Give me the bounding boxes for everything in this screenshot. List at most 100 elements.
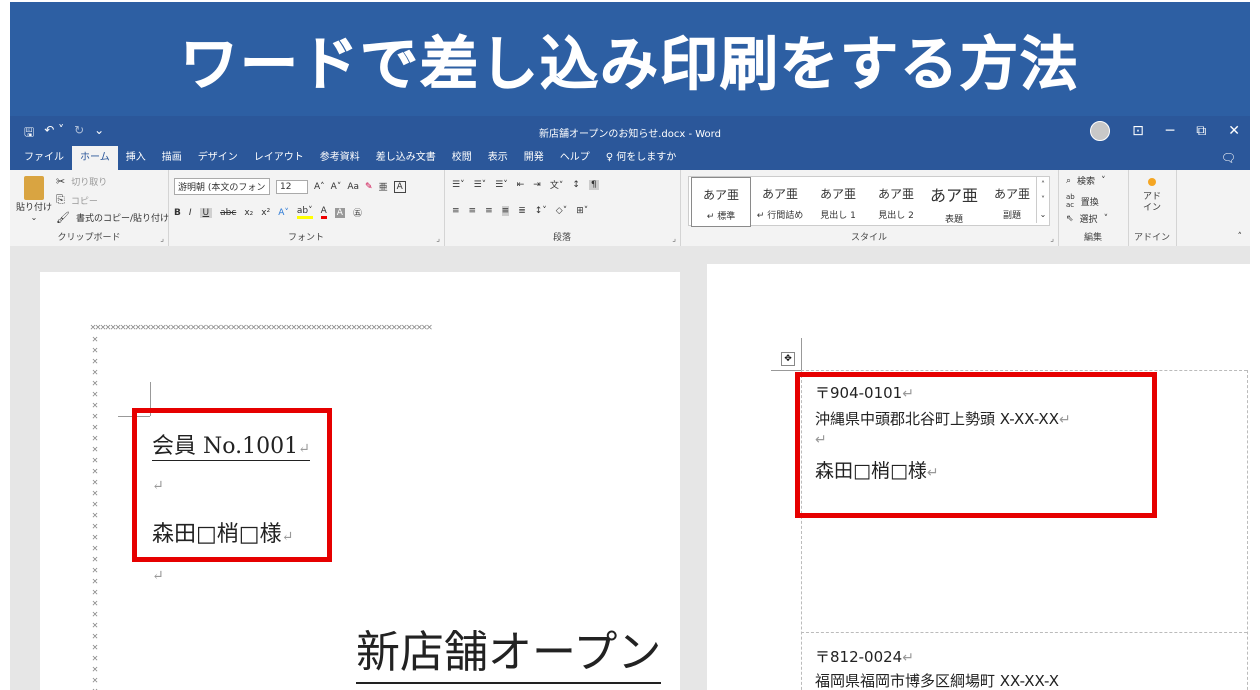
borders-icon[interactable]: ⊞˅ (576, 206, 588, 216)
style-heading1[interactable]: あア亜 見出し 1 (809, 177, 867, 225)
document-heading: 新店舗オープン (356, 616, 662, 684)
decrease-indent-icon[interactable]: ⇤ (517, 180, 525, 190)
replace-button[interactable]: ab ac 置換 (1066, 193, 1099, 209)
bold-button[interactable]: B (174, 208, 181, 218)
document-workspace: ✕✕✕✕✕✕✕✕✕✕✕✕✕✕✕✕✕✕✕✕✕✕✕✕✕✕✕✕✕✕✕✕✕✕✕✕✕✕✕✕… (10, 246, 1250, 690)
bullets-icon[interactable]: ☰˅ (452, 180, 465, 190)
account-avatar-icon[interactable] (1090, 121, 1111, 141)
ribbon-display-options-icon[interactable]: ⊡ (1132, 123, 1144, 139)
close-button[interactable]: ✕ (1228, 123, 1240, 139)
clipboard-launcher-icon[interactable]: ⌟ (160, 234, 164, 243)
tab-insert[interactable]: 挿入 (118, 146, 154, 170)
strikethrough-button[interactable]: abc (220, 208, 236, 218)
select-button[interactable]: ⇖ 選択 ˅ (1066, 212, 1108, 226)
format-painter-button[interactable]: 🖌 書式のコピー/貼り付け (56, 211, 169, 224)
tab-view[interactable]: 表示 (480, 146, 516, 170)
font-size-select[interactable]: 12 (276, 179, 308, 194)
underline-button[interactable]: U (199, 207, 213, 218)
restore-button[interactable]: ⧉ (1196, 123, 1206, 139)
font-color-button[interactable]: A (320, 206, 327, 219)
paste-button[interactable]: 貼り付け ⌄ (16, 176, 52, 222)
tab-mailings[interactable]: 差し込み文書 (368, 146, 444, 170)
tab-draw[interactable]: 描画 (154, 146, 190, 170)
collapse-ribbon-icon[interactable]: ˄ (1238, 232, 1243, 242)
align-left-icon[interactable]: ≡ (452, 206, 460, 216)
left-document-page: ✕✕✕✕✕✕✕✕✕✕✕✕✕✕✕✕✕✕✕✕✕✕✕✕✕✕✕✕✕✕✕✕✕✕✕✕✕✕✕✕… (40, 272, 680, 690)
font-launcher-icon[interactable]: ⌟ (436, 234, 440, 243)
shrink-font-button[interactable]: A˅ (331, 182, 342, 192)
gallery-scroll[interactable]: ˄ ˅ ⌄ (1036, 177, 1049, 223)
minimize-button[interactable]: ─ (1166, 123, 1174, 139)
asian-layout-icon[interactable]: 文˅ (550, 178, 564, 191)
highlight-icon[interactable]: ab˅ (296, 206, 313, 219)
label-grid-row (801, 632, 1247, 633)
addins-button[interactable]: アド イン (1128, 178, 1176, 214)
page-border-top: ✕✕✕✕✕✕✕✕✕✕✕✕✕✕✕✕✕✕✕✕✕✕✕✕✕✕✕✕✕✕✕✕✕✕✕✕✕✕✕✕… (90, 322, 432, 333)
align-right-icon[interactable]: ≡ (485, 206, 493, 216)
label2-address[interactable]: 福岡県福岡市博多区綱場町 XX-XX-X (815, 670, 1059, 690)
style-sample: あア亜 (761, 187, 798, 201)
char-border-button[interactable]: A (393, 180, 406, 193)
table-move-handle-icon[interactable]: ✥ (781, 352, 795, 366)
tab-home[interactable]: ホーム (72, 146, 118, 170)
subscript-button[interactable]: x₂ (244, 208, 253, 218)
paintbrush-icon: 🖌 (56, 211, 70, 224)
numbering-icon[interactable]: ☰˅ (474, 180, 487, 190)
tab-developer[interactable]: 開発 (516, 146, 552, 170)
font-name-select[interactable]: 游明朝 (本文のフォン (174, 178, 270, 195)
char-shading-icon[interactable]: A (334, 207, 345, 218)
distributed-icon[interactable]: ≣ (518, 206, 526, 216)
search-icon: ⌕ (1066, 175, 1072, 186)
paste-label: 貼り付け (16, 203, 53, 213)
line-spacing-icon[interactable]: ↕˅ (535, 206, 547, 216)
style-normal[interactable]: あア亜 ↵ 標準 (691, 177, 751, 227)
address: 福岡県福岡市博多区綱場町 XX-XX-X (815, 672, 1059, 690)
font-group: 游明朝 (本文のフォン 12 A˄ A˅ Aa ✎ 亜 A B I U abc … (168, 170, 445, 246)
tab-file[interactable]: ファイル (16, 146, 72, 170)
sort-icon[interactable]: ↕ (572, 180, 580, 190)
comments-icon[interactable]: 🗨 (1221, 151, 1236, 165)
multilevel-list-icon[interactable]: ☰˅ (495, 180, 508, 190)
cut-button[interactable]: ✂ 切り取り (56, 175, 107, 188)
tab-layout[interactable]: レイアウト (246, 146, 312, 170)
style-sample: あア亜 (993, 187, 1030, 201)
replace-icon: ab ac (1066, 193, 1075, 209)
justify-icon[interactable]: ≡ (501, 206, 510, 216)
style-name: 見出し 2 (878, 211, 914, 221)
styles-group-label: スタイル (850, 233, 887, 243)
tab-help[interactable]: ヘルプ (552, 146, 598, 170)
table-corner-h (771, 370, 801, 371)
clear-format-icon[interactable]: ✎ (365, 182, 373, 192)
text-effects-icon[interactable]: A˅ (278, 208, 289, 218)
styles-launcher-icon[interactable]: ⌟ (1050, 234, 1054, 243)
postal-code: 〒812-0024 (815, 648, 903, 666)
styles-group: あア亜 ↵ 標準 あア亜 ↵ 行間詰め あア亜 見出し 1 あア亜 見出し 2 あア亜表… (680, 170, 1059, 246)
style-title[interactable]: あア亜 表題 (925, 177, 983, 225)
superscript-button[interactable]: x² (261, 208, 270, 218)
increase-indent-icon[interactable]: ⇥ (533, 180, 541, 190)
replace-label: 置換 (1080, 197, 1099, 208)
shading-icon[interactable]: ◇˅ (556, 206, 567, 216)
style-heading2[interactable]: あア亜 見出し 2 (867, 177, 925, 225)
lightbulb-icon: ♀ (605, 152, 617, 163)
italic-button[interactable]: I (189, 208, 192, 218)
copy-button[interactable]: ⎘ コピー (56, 193, 98, 207)
addins-group: アド イン アドイン (1128, 170, 1177, 246)
styles-gallery: あア亜 ↵ 標準 あア亜 ↵ 行間詰め あア亜 見出し 1 あア亜 見出し 2 あア亜表… (688, 176, 1050, 227)
tell-me-search[interactable]: ♀ 何をしますか (598, 146, 685, 170)
label-grid-top (801, 370, 1247, 371)
find-button[interactable]: ⌕ 検索 ˅ (1066, 174, 1106, 188)
paragraph-launcher-icon[interactable]: ⌟ (672, 234, 676, 243)
style-no-spacing[interactable]: あア亜 ↵ 行間詰め (751, 177, 809, 225)
tab-review[interactable]: 校閲 (444, 146, 480, 170)
tab-references[interactable]: 参考資料 (312, 146, 368, 170)
show-marks-icon[interactable]: ¶ (588, 179, 599, 190)
change-case-button[interactable]: Aa (347, 182, 359, 192)
enclose-char-icon[interactable]: ㊄ (353, 206, 362, 219)
style-subtitle[interactable]: あア亜 副題 (983, 177, 1041, 225)
tab-design[interactable]: デザイン (190, 146, 246, 170)
label2-postal[interactable]: 〒812-0024↵ (815, 646, 914, 667)
align-center-icon[interactable]: ≡ (469, 206, 477, 216)
grow-font-button[interactable]: A˄ (314, 182, 325, 192)
phonetic-guide-icon[interactable]: 亜 (379, 180, 388, 193)
